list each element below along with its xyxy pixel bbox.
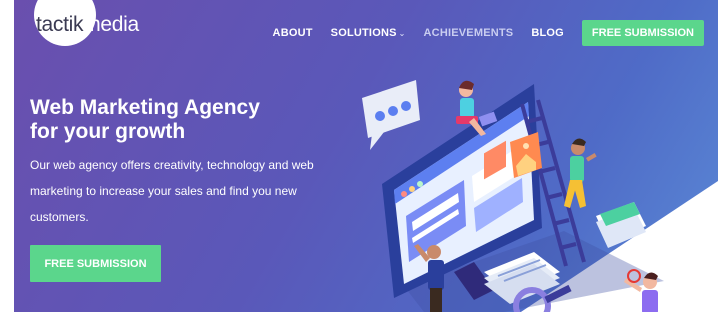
nav-item-achievements[interactable]: ACHIEVEMENTS — [424, 27, 514, 39]
main-nav: ABOUT SOLUTIONS ⌄ ACHIEVEMENTS BLOG FREE … — [255, 20, 704, 46]
person-on-ladder — [564, 138, 597, 208]
hero-headline-line2: for your growth — [30, 120, 186, 143]
logo[interactable]: tactikmedia — [36, 13, 139, 37]
nav-item-solutions-label: SOLUTIONS — [330, 27, 397, 39]
logo-text-tactik: tactik — [36, 13, 84, 36]
hero-free-submission-button[interactable]: FREE SUBMISSION — [30, 245, 161, 282]
chevron-down-icon: ⌄ — [398, 29, 406, 38]
nav-free-submission-button[interactable]: FREE SUBMISSION — [581, 20, 704, 46]
hero-illustration — [362, 80, 664, 312]
hero-subtext: Our web agency offers creativity, techno… — [30, 158, 314, 224]
chat-bubble-icon — [362, 80, 420, 150]
logo-text-media: media — [83, 13, 139, 36]
hero-section: tactikmedia ABOUT SOLUTIONS ⌄ ACHIEVEMENT… — [14, 0, 718, 312]
nav-item-blog[interactable]: BLOG — [531, 27, 564, 39]
nav-item-solutions[interactable]: SOLUTIONS ⌄ — [331, 27, 406, 39]
hero-headline: Web Marketing Agency for your growth — [30, 96, 320, 144]
hero-headline-line1: Web Marketing Agency — [30, 96, 260, 119]
nav-item-about[interactable]: ABOUT — [273, 27, 313, 39]
